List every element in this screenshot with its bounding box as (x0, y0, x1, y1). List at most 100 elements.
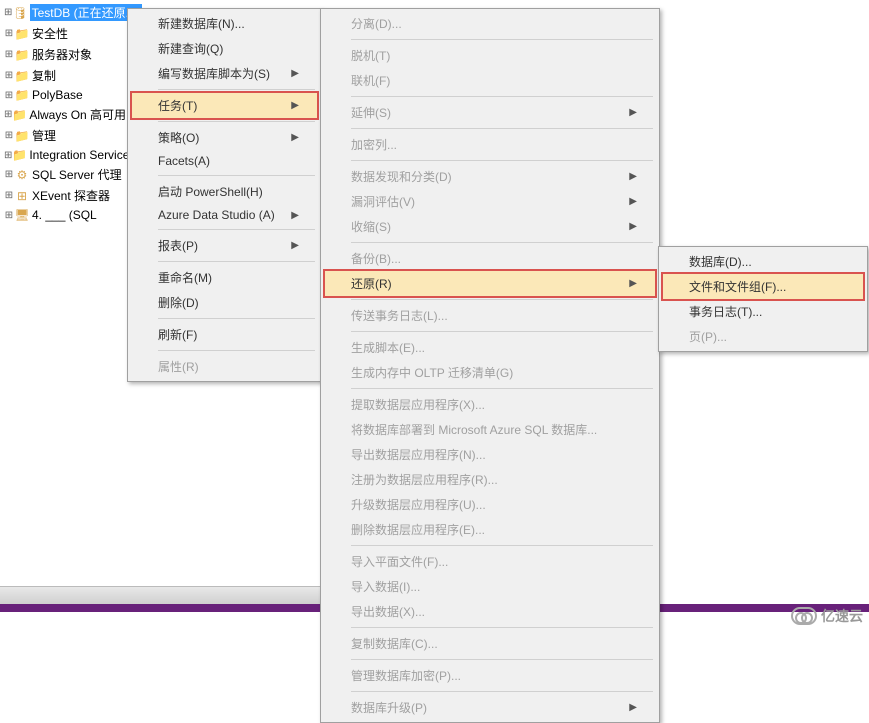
menu-item[interactable]: 还原(R)▶ (323, 269, 657, 298)
menu-item: 升级数据层应用程序(U)... (323, 492, 657, 517)
menu-item-label: 管理数据库加密(P)... (351, 667, 461, 684)
menu-item: 删除数据层应用程序(E)... (323, 517, 657, 542)
menu-item-label: 页(P)... (689, 328, 727, 345)
menu-item-label: 新建数据库(N)... (158, 15, 245, 32)
menu-separator (158, 350, 315, 351)
tree-node[interactable]: ⊞📁PolyBase (0, 86, 130, 104)
tree-node-label: PolyBase (32, 88, 83, 102)
menu-item-label: 数据发现和分类(D) (351, 168, 452, 185)
menu-item: 漏洞评估(V)▶ (323, 189, 657, 214)
expand-icon[interactable]: ⊞ (4, 7, 12, 18)
menu-separator (158, 261, 315, 262)
expand-icon[interactable]: ⊞ (4, 70, 14, 81)
menu-item: 注册为数据层应用程序(R)... (323, 467, 657, 492)
tree-node-label: Always On 高可用 (29, 106, 126, 123)
tree-node[interactable]: ⊞📁Always On 高可用 (0, 104, 130, 125)
menu-item: 脱机(T) (323, 43, 657, 68)
menu-item: 导出数据层应用程序(N)... (323, 442, 657, 467)
expand-icon[interactable]: ⊞ (4, 169, 14, 180)
menu-item: 页(P)... (661, 324, 865, 349)
menu-item-label: 文件和文件组(F)... (689, 278, 786, 295)
menu-separator (351, 691, 653, 692)
menu-item: 收缩(S)▶ (323, 214, 657, 239)
expand-icon[interactable]: ⊞ (4, 210, 14, 221)
menu-item[interactable]: 文件和文件组(F)... (661, 272, 865, 301)
expand-icon[interactable]: ⊞ (4, 28, 14, 39)
submenu-arrow-icon: ▶ (629, 196, 637, 207)
menu-item: 数据库升级(P)▶ (323, 695, 657, 720)
expand-icon[interactable]: ⊞ (4, 49, 14, 60)
menu-item[interactable]: Azure Data Studio (A)▶ (130, 204, 319, 226)
menu-item-label: 延伸(S) (351, 104, 391, 121)
menu-item[interactable]: 删除(D) (130, 290, 319, 315)
menu-separator (351, 160, 653, 161)
expand-icon[interactable]: ⊞ (4, 150, 12, 161)
folder-icon: ⊞ (14, 189, 30, 203)
tree-node[interactable]: ⊞📁服务器对象 (0, 44, 130, 65)
menu-item: 备份(B)... (323, 246, 657, 271)
tree-node[interactable]: ⊞🖥4. ___ (SQL (0, 206, 130, 224)
context-menu-primary: 新建数据库(N)...新建查询(Q)编写数据库脚本为(S)▶任务(T)▶策略(O… (127, 8, 322, 382)
tree-node[interactable]: ⊞📁复制 (0, 65, 130, 86)
menu-item: 导入平面文件(F)... (323, 549, 657, 574)
tree-node-label: 复制 (32, 67, 56, 84)
menu-item[interactable]: 事务日志(T)... (661, 299, 865, 324)
menu-item-label: Facets(A) (158, 154, 210, 168)
menu-item: 生成脚本(E)... (323, 335, 657, 360)
folder-icon: ⚙ (14, 168, 30, 182)
expand-icon[interactable]: ⊞ (4, 90, 14, 101)
tree-node[interactable]: ⊞📁Integration Services (0, 146, 130, 164)
menu-separator (351, 39, 653, 40)
menu-item[interactable]: 策略(O)▶ (130, 125, 319, 150)
menu-separator (158, 175, 315, 176)
tree-node-label: TestDB (正在还原...) (30, 4, 142, 21)
menu-item: 复制数据库(C)... (323, 631, 657, 656)
expand-icon[interactable]: ⊞ (4, 130, 14, 141)
watermark-text: 亿速云 (821, 606, 863, 626)
menu-item-label: 数据库(D)... (689, 253, 752, 270)
menu-item-label: 新建查询(Q) (158, 40, 223, 57)
tree-node[interactable]: ⊞📁安全性 (0, 23, 130, 44)
tree-node-label: 安全性 (32, 25, 68, 42)
tree-node-label: 服务器对象 (32, 46, 92, 63)
tree-node[interactable]: ⊞📁管理 (0, 125, 130, 146)
submenu-arrow-icon: ▶ (291, 100, 299, 111)
menu-item: 导出数据(X)... (323, 599, 657, 624)
expand-icon[interactable]: ⊞ (4, 190, 14, 201)
menu-separator (351, 659, 653, 660)
menu-item[interactable]: 报表(P)▶ (130, 233, 319, 258)
menu-item[interactable]: 任务(T)▶ (130, 91, 319, 120)
expand-icon[interactable]: ⊞ (4, 109, 12, 120)
menu-item[interactable]: Facets(A) (130, 150, 319, 172)
database-icon: 🛢 (12, 6, 27, 20)
menu-item[interactable]: 新建查询(Q) (130, 36, 319, 61)
menu-item[interactable]: 重命名(M) (130, 265, 319, 290)
menu-item-label: 属性(R) (158, 358, 199, 375)
menu-item: 数据发现和分类(D)▶ (323, 164, 657, 189)
menu-item: 生成内存中 OLTP 迁移清单(G) (323, 360, 657, 385)
tree-node-label: SQL Server 代理 (32, 166, 122, 183)
menu-item-label: 删除(D) (158, 294, 199, 311)
menu-item-label: 重命名(M) (158, 269, 212, 286)
menu-item-label: 编写数据库脚本为(S) (158, 65, 270, 82)
menu-item: 传送事务日志(L)... (323, 303, 657, 328)
menu-item[interactable]: 刷新(F) (130, 322, 319, 347)
menu-item: 延伸(S)▶ (323, 100, 657, 125)
folder-icon: 📁 (12, 148, 27, 162)
submenu-arrow-icon: ▶ (629, 278, 637, 289)
menu-separator (158, 121, 315, 122)
menu-item-label: 分离(D)... (351, 15, 402, 32)
menu-item: 提取数据层应用程序(X)... (323, 392, 657, 417)
tree-node[interactable]: ⊞⚙SQL Server 代理 (0, 164, 130, 185)
menu-item[interactable]: 编写数据库脚本为(S)▶ (130, 61, 319, 86)
submenu-arrow-icon: ▶ (291, 210, 299, 221)
menu-separator (351, 388, 653, 389)
tree-node-testdb[interactable]: ⊞ 🛢 TestDB (正在还原...) (0, 2, 130, 23)
menu-item-label: 导出数据层应用程序(N)... (351, 446, 486, 463)
tree-node[interactable]: ⊞⊞XEvent 探查器 (0, 185, 130, 206)
menu-item[interactable]: 新建数据库(N)... (130, 11, 319, 36)
folder-icon: 📁 (14, 27, 30, 41)
menu-item[interactable]: 启动 PowerShell(H) (130, 179, 319, 204)
menu-item-label: 联机(F) (351, 72, 390, 89)
menu-item[interactable]: 数据库(D)... (661, 249, 865, 274)
